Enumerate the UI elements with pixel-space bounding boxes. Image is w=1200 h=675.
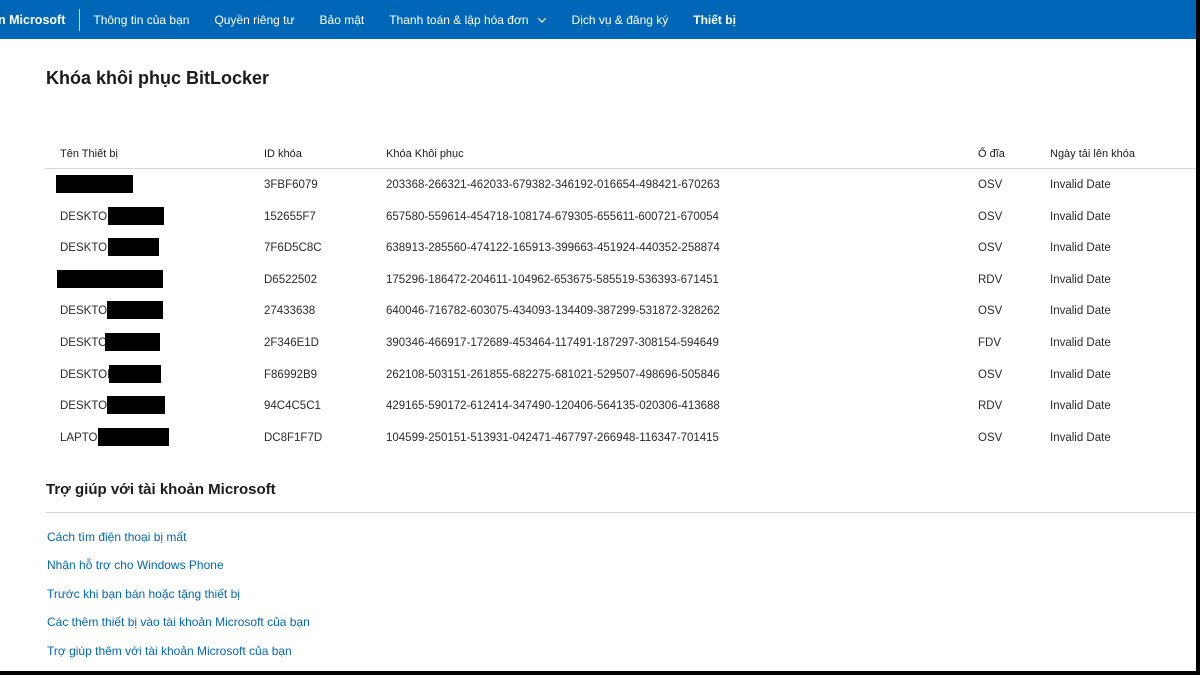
- table-header-row: Tên Thiết bị ID khóa Khóa Khôi phục Ổ đĩ…: [45, 140, 1196, 169]
- nav-item-devices[interactable]: Thiết bị: [693, 13, 736, 27]
- redaction-block: [108, 206, 164, 225]
- help-links-list: Cách tìm điện thoại bị mất Nhận hỗ trợ c…: [47, 530, 310, 671]
- redaction-block: [56, 175, 133, 193]
- recovery-key: 390346-466917-172689-453464-117491-18729…: [386, 336, 719, 349]
- device-name: DESKTOP: [60, 242, 115, 255]
- table-row: DESKTOP 7F6D5C8C 638913-285560-474122-16…: [45, 232, 1196, 264]
- help-section-title: Trợ giúp với tài khoản Microsoft: [46, 481, 276, 498]
- drive-type: RDV: [978, 400, 1003, 413]
- nav-item-security[interactable]: Bảo mật: [320, 13, 365, 27]
- upload-date: Invalid Date: [1050, 368, 1111, 381]
- drive-type: FDV: [978, 336, 1001, 349]
- key-id: 94C4C5C1: [264, 400, 321, 413]
- redaction-block: [109, 364, 161, 383]
- upload-date: Invalid Date: [1050, 179, 1111, 191]
- upload-date: Invalid Date: [1050, 305, 1111, 318]
- table-row: D6522502 175296-186472-204611-104962-653…: [45, 264, 1196, 296]
- upload-date: Invalid Date: [1050, 242, 1111, 255]
- drive-type: OSV: [978, 210, 1003, 223]
- redaction-block: [105, 332, 160, 351]
- upload-date: Invalid Date: [1050, 400, 1111, 413]
- recovery-key: 638913-285560-474122-165913-399663-45192…: [386, 242, 720, 255]
- help-link-before-selling-device[interactable]: Trước khi bạn bán hoặc tặng thiết bị: [47, 587, 310, 615]
- table-row: LAPTOP DC8F1F7D 104599-250151-513931-042…: [45, 422, 1196, 454]
- drive-type: OSV: [978, 179, 1003, 191]
- recovery-key: 640046-716782-603075-434093-134409-38729…: [386, 305, 720, 318]
- chevron-down-icon: [537, 17, 547, 23]
- header-recovery-key: Khóa Khôi phục: [386, 148, 464, 160]
- help-link-windows-phone-support[interactable]: Nhận hỗ trợ cho Windows Phone: [47, 558, 310, 586]
- key-id: DC8F1F7D: [264, 431, 323, 444]
- header-drive: Ổ đĩa: [978, 148, 1005, 160]
- redaction-block: [108, 238, 159, 257]
- recovery-key: 657580-559614-454718-108174-679305-65561…: [386, 210, 719, 223]
- section-divider: [46, 512, 1196, 513]
- key-id: 152655F7: [264, 210, 316, 223]
- upload-date: Invalid Date: [1050, 336, 1111, 349]
- key-id: F86992B9: [264, 368, 318, 381]
- table-row: DESKTOP 152655F7 657580-559614-454718-10…: [45, 201, 1196, 233]
- header-device-name: Tên Thiết bị: [60, 148, 118, 160]
- key-id: 2F346E1D: [264, 336, 319, 349]
- nav-item-services-subscriptions[interactable]: Dịch vụ & đăng ký: [572, 13, 669, 27]
- drive-type: OSV: [978, 305, 1003, 318]
- redaction-block: [107, 396, 165, 415]
- table-row: DESKTOP 94C4C5C1 429165-590172-612414-34…: [45, 390, 1196, 422]
- recovery-key: 429165-590172-612414-347490-120406-56413…: [386, 400, 720, 413]
- recovery-key: 203368-266321-462033-679382-346192-01665…: [386, 179, 720, 191]
- device-name: DESKTOP: [60, 368, 115, 381]
- drive-type: OSV: [978, 431, 1003, 444]
- upload-date: Invalid Date: [1050, 273, 1111, 286]
- drive-type: RDV: [978, 273, 1003, 286]
- help-link-find-lost-phone[interactable]: Cách tìm điện thoại bị mất: [47, 530, 310, 558]
- key-id: 3FBF6079: [264, 179, 318, 191]
- bitlocker-keys-table: Tên Thiết bị ID khóa Khóa Khôi phục Ổ đĩ…: [45, 140, 1196, 453]
- table-row: DESKTOP 27433638 640046-716782-603075-43…: [45, 295, 1196, 327]
- nav-item-payment-billing[interactable]: Thanh toán & lập hóa đơn: [389, 13, 546, 27]
- key-id: 7F6D5C8C: [264, 242, 322, 255]
- header-upload-date: Ngày tải lên khóa: [1050, 148, 1135, 160]
- help-link-more-account-help[interactable]: Trợ giúp thêm với tài khoản Microsoft củ…: [47, 644, 310, 671]
- redaction-block: [107, 301, 163, 320]
- upload-date: Invalid Date: [1050, 210, 1111, 223]
- device-name: DESKTOP: [60, 210, 115, 223]
- page-title: Khóa khôi phục BitLocker: [46, 68, 270, 88]
- top-navigation-bar: n Microsoft Thông tin của bạn Quyền riên…: [0, 0, 1196, 39]
- microsoft-brand[interactable]: n Microsoft: [0, 8, 81, 31]
- header-key-id: ID khóa: [264, 148, 302, 160]
- table-row: DESKTOP 2F346E1D 390346-466917-172689-45…: [45, 327, 1196, 359]
- key-id: 27433638: [264, 305, 316, 318]
- drive-type: OSV: [978, 368, 1003, 381]
- recovery-key: 262108-503151-261855-682275-681021-52950…: [386, 368, 720, 381]
- upload-date: Invalid Date: [1050, 431, 1111, 444]
- table-row: DESKTOP F86992B9 262108-503151-261855-68…: [45, 359, 1196, 391]
- nav-item-your-info[interactable]: Thông tin của bạn: [93, 13, 189, 27]
- help-link-add-device-to-account[interactable]: Các thêm thiết bị vào tài khoản Microsof…: [47, 615, 310, 643]
- key-id: D6522502: [264, 273, 318, 286]
- nav-item-privacy[interactable]: Quyền riêng tư: [214, 13, 294, 27]
- recovery-key: 104599-250151-513931-042471-467797-26694…: [386, 431, 719, 444]
- drive-type: OSV: [978, 242, 1003, 255]
- nav-item-payment-billing-label: Thanh toán & lập hóa đơn: [389, 12, 529, 27]
- redaction-block: [98, 427, 169, 446]
- table-row: 3FBF6079 203368-266321-462033-679382-346…: [45, 169, 1196, 201]
- recovery-key: 175296-186472-204611-104962-653675-58551…: [386, 273, 719, 286]
- browser-page: n Microsoft Thông tin của bạn Quyền riên…: [0, 0, 1196, 671]
- redaction-block: [57, 269, 163, 288]
